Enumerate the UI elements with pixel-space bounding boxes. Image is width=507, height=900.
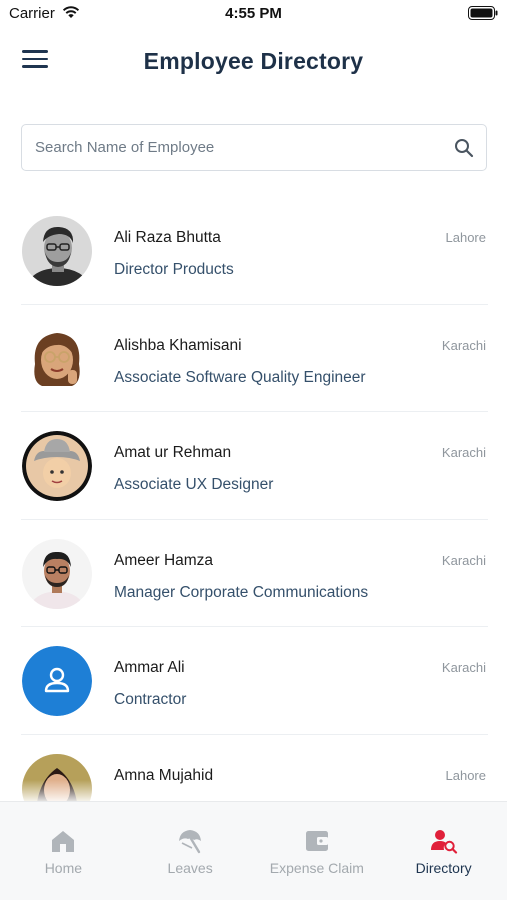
tab-expense-claim[interactable]: Expense Claim	[254, 802, 381, 900]
avatar	[22, 538, 92, 609]
employee-title: Manager Corporate Communications	[114, 583, 369, 601]
employee-title: Director Products	[114, 261, 234, 278]
avatar	[22, 216, 92, 286]
battery-icon	[468, 6, 498, 20]
employee-row[interactable]: Amat ur Rehman Associate UX Designer Kar…	[0, 412, 507, 520]
status-time: 4:55 PM	[225, 5, 282, 22]
tab-label: Expense Claim	[269, 860, 364, 876]
employee-city: Karachi	[441, 445, 486, 460]
employee-name: Amat ur Rehman	[114, 444, 232, 461]
tab-label: Home	[44, 860, 83, 876]
search-icon[interactable]	[454, 138, 474, 158]
tab-label: Directory	[415, 860, 472, 876]
default-user-avatar	[22, 646, 92, 716]
search-bar	[21, 124, 487, 171]
search-input[interactable]	[35, 125, 445, 170]
status-bar: Carrier 4:55 PM	[0, 0, 507, 28]
employee-name: Ammar Ali	[114, 659, 185, 676]
tab-home[interactable]: Home	[0, 802, 127, 900]
avatar	[22, 323, 92, 394]
employee-row[interactable]: Ameer Hamza Manager Corporate Communicat…	[0, 520, 507, 627]
employee-row[interactable]: Ali Raza Bhutta Director Products Lahore	[0, 197, 507, 305]
employee-city: Karachi	[441, 552, 486, 568]
app-header: Employee Directory	[0, 36, 507, 86]
tab-label: Leaves	[167, 860, 213, 876]
employee-title: Associate Software Quality Engineer	[114, 368, 366, 386]
tab-directory[interactable]: Directory	[380, 802, 507, 900]
employee-city: Karachi	[441, 660, 486, 675]
wallet-icon	[305, 831, 328, 851]
employee-name: Ameer Hamza	[114, 551, 214, 569]
employee-list: Ali Raza Bhutta Director Products Lahore…	[0, 197, 507, 842]
employee-row[interactable]: Alishba Khamisani Associate Software Qua…	[0, 305, 507, 412]
beach-umbrella-icon	[179, 830, 202, 854]
user-search-icon	[430, 830, 457, 854]
employee-title: Associate UX Designer	[114, 476, 274, 493]
employee-row[interactable]: Ammar Ali Contractor Karachi	[0, 627, 507, 735]
home-icon	[52, 831, 75, 852]
employee-city: Lahore	[445, 230, 486, 245]
page-title: Employee Directory	[143, 48, 364, 74]
tab-leaves[interactable]: Leaves	[127, 802, 254, 900]
employee-name: Alishba Khamisani	[114, 336, 242, 354]
employee-city: Karachi	[441, 337, 486, 353]
employee-title: Contractor	[114, 691, 187, 708]
avatar	[22, 431, 92, 501]
bottom-tab-bar: Home Leaves Expense Claim Directory	[0, 801, 507, 900]
employee-name: Ali Raza Bhutta	[114, 229, 221, 246]
